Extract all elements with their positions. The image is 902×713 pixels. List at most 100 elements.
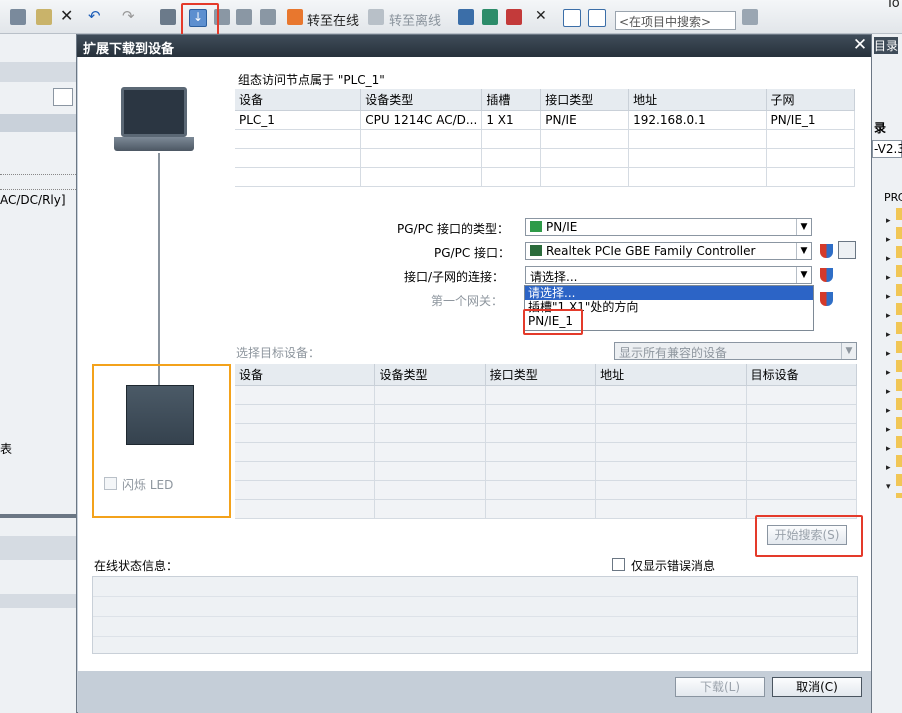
pgpc-iface-select[interactable]: Realtek PCIe GBE Family Controller ▼ (525, 242, 812, 260)
cell-device: PLC_1 (235, 110, 362, 130)
table-row (235, 167, 856, 187)
subnet-connection-value: 请选择... (530, 270, 578, 284)
dropdown-option-select[interactable]: 请选择... (525, 286, 813, 300)
cross-reference-icon[interactable]: ✕ (535, 9, 551, 25)
chevron-down-icon[interactable]: ▼ (796, 267, 811, 283)
network-icon (530, 221, 542, 232)
redo-icon[interactable]: ↷ (122, 9, 138, 25)
chevron-down-icon[interactable]: ▼ (841, 343, 856, 359)
search-go-icon[interactable] (742, 9, 758, 25)
only-errors-checkbox[interactable] (612, 558, 625, 571)
cell-slot: 1 X1 (481, 110, 542, 130)
start-cpu-icon[interactable] (260, 9, 276, 25)
go-online-button[interactable]: 转至在线 (307, 10, 359, 29)
subnet-connection-label: 接口/子网的连接： (404, 270, 505, 284)
pane-subheader (0, 114, 76, 132)
flash-led-label: 闪烁 LED (122, 478, 174, 492)
tree-row-selected[interactable] (0, 174, 76, 190)
plc-device-icon (126, 385, 194, 445)
split-horizontal-icon[interactable] (563, 9, 581, 27)
pane-header (0, 62, 76, 82)
shield-icon[interactable] (820, 244, 833, 258)
target-table-header: 设备 设备类型 接口类型 地址 目标设备 (235, 364, 858, 386)
chevron-down-icon[interactable]: ▼ (796, 243, 811, 259)
pgpc-iface-value: Realtek PCIe GBE Family Controller (546, 244, 756, 258)
undo-icon[interactable]: ↶ (88, 9, 104, 25)
shield-icon[interactable] (820, 268, 833, 282)
col-address: 地址 (595, 364, 747, 386)
dialog-button-bar: 下载(L) 取消(C) (78, 671, 871, 713)
go-offline-icon[interactable] (368, 9, 384, 25)
cell-device-type: CPU 1214C AC/D... (360, 110, 483, 130)
table-row (235, 480, 858, 500)
pane-divider (0, 514, 76, 518)
start-monitor-icon[interactable] (482, 9, 498, 25)
col-interface-type: 接口类型 (485, 364, 597, 386)
dialog-titlebar: 扩展下载到设备 ✕ (77, 35, 871, 57)
view-toggle-icon[interactable] (53, 88, 73, 106)
only-errors-label: 仅显示错误消息 (631, 559, 716, 573)
config-table-header: 设备 设备类型 插槽 接口类型 地址 子网 (235, 89, 856, 111)
details-columns (0, 594, 76, 608)
close-icon[interactable]: ✕ (851, 37, 869, 54)
delete-icon[interactable]: ✕ (60, 8, 76, 25)
config-access-table: 设备 设备类型 插槽 接口类型 地址 子网 PLC_1 CPU 1214C AC… (235, 89, 856, 187)
compile-icon[interactable] (160, 9, 176, 25)
accessible-devices-icon[interactable] (458, 9, 474, 25)
catalog-title: 目录 (874, 37, 899, 54)
pgpc-type-label: PG/PC 接口的类型： (397, 222, 510, 236)
table-row (235, 148, 856, 168)
properties-icon[interactable] (838, 241, 856, 259)
go-offline-button[interactable]: 转至离线 (389, 10, 441, 29)
start-search-highlight (755, 515, 863, 557)
target-filter-select[interactable]: 显示所有兼容的设备 ▼ (614, 342, 857, 360)
col-device: 设备 (235, 89, 362, 111)
table-row[interactable]: PLC_1 CPU 1214C AC/D... 1 X1 PN/IE 192.1… (235, 110, 856, 130)
extended-download-dialog: 扩展下载到设备 ✕ 闪烁 LED 组态访问节点属于 "PLC_1" 设备 设备类… (76, 34, 872, 713)
right-edge-text: To (886, 0, 900, 11)
col-interface-type: 接口类型 (540, 89, 630, 111)
dialog-title: 扩展下载到设备 (83, 42, 175, 57)
pnie1-option-highlight (523, 309, 583, 335)
gateway-label: 第一个网关： (431, 294, 504, 308)
target-device-label: 选择目标设备： (236, 346, 321, 360)
copy-icon[interactable] (10, 9, 26, 25)
catalog-root-label: PRC (884, 191, 902, 204)
split-vertical-icon[interactable] (588, 9, 606, 27)
cell-subnet: PN/IE_1 (766, 110, 856, 130)
pgpc-iface-label: PG/PC 接口： (434, 246, 511, 260)
network-cable (158, 153, 160, 388)
start-simulation-icon[interactable] (236, 9, 252, 25)
laptop-base-icon (114, 137, 194, 151)
version-field[interactable]: -V2.3 (872, 140, 902, 158)
col-device-type: 设备类型 (374, 364, 486, 386)
pgpc-laptop-icon (121, 87, 187, 137)
project-search-input[interactable]: <在项目中搜索> (615, 11, 736, 30)
col-device-type: 设备类型 (360, 89, 483, 111)
catalog-folder-icons[interactable] (896, 208, 902, 498)
download-button[interactable]: 下载(L) (675, 677, 765, 697)
go-online-icon[interactable] (287, 9, 303, 25)
table-row (235, 442, 858, 462)
pgpc-type-select[interactable]: PN/IE ▼ (525, 218, 812, 236)
col-address: 地址 (628, 89, 767, 111)
table-row (235, 129, 856, 149)
cancel-button[interactable]: 取消(C) (772, 677, 862, 697)
project-tree-pane: AC/DC/Rly] 表 (0, 34, 76, 713)
online-status-list (92, 576, 858, 654)
shield-icon[interactable] (820, 292, 833, 306)
col-device: 设备 (235, 364, 376, 386)
details-header (0, 536, 76, 560)
flash-led-checkbox[interactable] (104, 477, 117, 490)
subnet-connection-select[interactable]: 请选择... ▼ (525, 266, 812, 284)
stop-monitor-icon[interactable] (506, 9, 522, 25)
table-row (235, 404, 858, 424)
paste-icon[interactable] (36, 9, 52, 25)
chevron-down-icon[interactable]: ▼ (796, 219, 811, 235)
cell-address: 192.168.0.1 (628, 110, 767, 130)
catalog-tree-head: 录 (874, 121, 887, 135)
table-row (235, 423, 858, 443)
pgpc-type-value: PN/IE (546, 220, 578, 234)
catalog-expand-arrows[interactable]: ▸ ▸ ▸ ▸ ▸ ▸ ▸ ▸ ▸ ▸ ▸ ▸ ▸ ▸ ▾ (886, 212, 894, 502)
col-subnet: 子网 (766, 89, 856, 111)
